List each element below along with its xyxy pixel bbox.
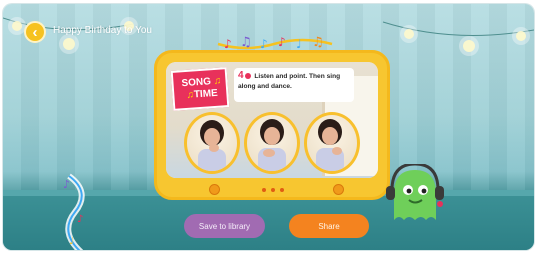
save-to-library-button[interactable]: Save to library	[184, 214, 265, 238]
video-player-frame: SONG ♫ ♫TIME 4 Listen and point. Then si…	[154, 50, 390, 200]
song-player-screen: ‹ Happy Birthday to You ♪ ♫ ♪ ♪ ♩ ♫ SONG…	[3, 4, 534, 250]
page-indicator	[262, 188, 284, 192]
video-screen[interactable]: SONG ♫ ♫TIME 4 Listen and point. Then si…	[166, 62, 378, 178]
svg-text:♩: ♩	[69, 236, 74, 247]
lesson-number: 4	[238, 70, 244, 81]
badge-line-1: SONG	[181, 76, 212, 90]
instruction-text: Listen and point. Then sing along and da…	[238, 73, 341, 90]
svg-text:♫: ♫	[240, 35, 252, 50]
music-ribbon-decoration: ♪ ♪ ♩	[63, 173, 85, 250]
svg-text:♪: ♪	[77, 214, 83, 225]
girl-photo-3	[304, 112, 360, 174]
back-button[interactable]: ‹	[24, 21, 46, 43]
song-time-badge: SONG ♫ ♫TIME	[170, 67, 230, 111]
badge-line-2: TIME	[193, 87, 219, 101]
girl-photo-2	[244, 112, 300, 174]
girl-photo-1	[184, 112, 240, 174]
page-dot	[262, 188, 266, 192]
song-title: Happy Birthday to You	[53, 25, 152, 36]
page-dot	[271, 188, 275, 192]
svg-text:♩: ♩	[296, 37, 302, 51]
music-note-icon: ♫	[213, 75, 222, 88]
left-knob	[209, 184, 220, 195]
instruction-card: 4 Listen and point. Then sing along and …	[234, 68, 354, 102]
page-dot	[280, 188, 284, 192]
player-controls	[157, 182, 387, 198]
chevron-left-icon: ‹	[32, 23, 38, 41]
mascot-character	[386, 164, 444, 220]
lesson-dot-icon	[244, 73, 251, 80]
svg-text:♫: ♫	[312, 35, 324, 50]
share-button[interactable]: Share	[289, 214, 369, 238]
right-knob	[333, 184, 344, 195]
svg-text:♪: ♪	[260, 37, 268, 51]
svg-text:♪: ♪	[224, 37, 232, 51]
svg-text:♪: ♪	[63, 178, 70, 191]
svg-text:♪: ♪	[278, 35, 286, 49]
